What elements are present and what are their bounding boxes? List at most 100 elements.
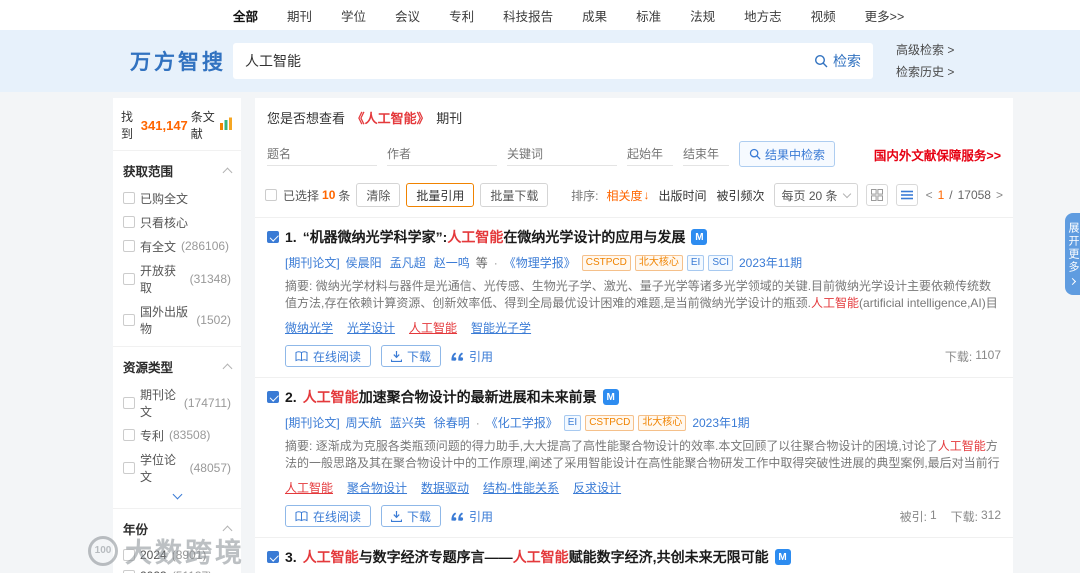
filter-option[interactable]: 国外出版物 (1502) bbox=[121, 299, 233, 340]
result-checkbox[interactable] bbox=[267, 231, 279, 243]
keyword-link[interactable]: 反求设计 bbox=[573, 479, 621, 496]
keyword-link[interactable]: 聚合物设计 bbox=[347, 479, 407, 496]
stats-chart-icon[interactable] bbox=[219, 117, 233, 133]
nav-item[interactable]: 学位 bbox=[341, 6, 366, 25]
batch-cite-button[interactable]: 批量引用 bbox=[406, 183, 475, 207]
select-all-checkbox[interactable] bbox=[265, 189, 277, 201]
section-header-resource-type[interactable]: 资源类型 bbox=[121, 354, 233, 382]
advanced-search-link[interactable]: 高级检索 > bbox=[896, 39, 954, 61]
keyword-link[interactable]: 人工智能 bbox=[409, 319, 457, 336]
card-view-button[interactable] bbox=[865, 184, 888, 206]
filter-option[interactable]: 开放获取 (31348) bbox=[121, 258, 233, 299]
section-header-year[interactable]: 年份 bbox=[121, 516, 233, 544]
search-button[interactable]: 检索 bbox=[814, 51, 861, 71]
filter-checkbox[interactable] bbox=[123, 272, 135, 285]
nav-item[interactable]: 标准 bbox=[636, 6, 661, 25]
nav-item[interactable]: 全部 bbox=[233, 6, 258, 25]
start-year-field[interactable] bbox=[627, 142, 673, 166]
keyword-link[interactable]: 智能光子学 bbox=[471, 319, 531, 336]
sort-option[interactable]: 相关度 ↓ bbox=[606, 187, 649, 204]
filter-checkbox[interactable] bbox=[123, 548, 135, 561]
keyword-field[interactable] bbox=[507, 142, 617, 166]
author-link[interactable]: 孟凡超 bbox=[390, 254, 426, 271]
author-link[interactable]: 周天航 bbox=[346, 414, 382, 431]
nav-item[interactable]: 会议 bbox=[395, 6, 420, 25]
result-title-link[interactable]: “机器微纳光学科学家”:人工智能在微纳光学设计的应用与发展 bbox=[303, 227, 686, 247]
keyword-link[interactable]: 数据驱动 bbox=[421, 479, 469, 496]
download-button[interactable]: 下载 bbox=[381, 505, 442, 527]
next-page-button[interactable]: > bbox=[996, 188, 1003, 202]
nav-item[interactable]: 视频 bbox=[811, 6, 836, 25]
filter-option[interactable]: 已购全文 bbox=[121, 186, 233, 210]
nav-item[interactable]: 科技报告 bbox=[503, 6, 553, 25]
show-more-resource-types[interactable] bbox=[121, 488, 233, 502]
section-header-scope[interactable]: 获取范围 bbox=[121, 158, 233, 186]
keyword-link[interactable]: 结构-性能关系 bbox=[483, 479, 559, 496]
result-title-link[interactable]: 人工智能与数字经济专题序言——人工智能赋能数字经济,共创未来无限可能 bbox=[303, 547, 769, 567]
filter-option[interactable]: 有全文 (286106) bbox=[121, 234, 233, 258]
journal-link[interactable]: 《物理学报》 bbox=[504, 254, 576, 271]
sort-option[interactable]: 出版时间 bbox=[659, 187, 708, 204]
prev-page-button[interactable]: < bbox=[926, 188, 933, 202]
nav-item[interactable]: 专利 bbox=[449, 6, 474, 25]
filter-option[interactable]: 学位论文 (48057) bbox=[121, 447, 233, 488]
quote-icon bbox=[451, 512, 464, 521]
sort-option[interactable]: 被引频次 bbox=[717, 187, 766, 204]
abstract-label: 摘要: bbox=[285, 439, 313, 453]
download-button[interactable]: 下载 bbox=[381, 345, 442, 367]
result-title-link[interactable]: 人工智能加速聚合物设计的最新进展和未来前景 bbox=[303, 387, 597, 407]
issue-link[interactable]: 2023年1期 bbox=[692, 414, 749, 431]
filter-option[interactable]: 2024 (8901) bbox=[121, 544, 233, 565]
result-checkbox[interactable] bbox=[267, 391, 279, 403]
author-link[interactable]: 赵一鸣 bbox=[434, 254, 470, 271]
metrics-badge[interactable]: M bbox=[691, 229, 708, 245]
nav-item[interactable]: 成果 bbox=[582, 6, 607, 25]
cite-button[interactable]: 引用 bbox=[451, 348, 493, 365]
keyword-link[interactable]: 光学设计 bbox=[347, 319, 395, 336]
journal-link[interactable]: 《化工学报》 bbox=[486, 414, 558, 431]
document-service-link[interactable]: 国内外文献保障服务>> bbox=[874, 145, 1001, 164]
read-online-button[interactable]: 在线阅读 bbox=[285, 505, 372, 527]
end-year-field[interactable] bbox=[683, 142, 729, 166]
list-view-button[interactable] bbox=[895, 184, 918, 206]
filter-option[interactable]: 期刊论文 (174711) bbox=[121, 382, 233, 423]
search-input[interactable] bbox=[245, 53, 814, 69]
issue-link[interactable]: 2023年11期 bbox=[739, 254, 802, 271]
expand-more-tab[interactable]: 展开更多 bbox=[1065, 213, 1080, 295]
nav-item[interactable]: 地方志 bbox=[744, 6, 782, 25]
filter-checkbox[interactable] bbox=[123, 192, 135, 204]
nav-item[interactable]: 更多>> bbox=[865, 6, 905, 25]
filter-checkbox[interactable] bbox=[123, 216, 135, 228]
search-in-results-button[interactable]: 结果中检索 bbox=[739, 141, 836, 167]
keyword-link[interactable]: 人工智能 bbox=[285, 479, 333, 496]
filter-checkbox[interactable] bbox=[123, 461, 135, 474]
nav-item[interactable]: 法规 bbox=[690, 6, 715, 25]
clear-selection-button[interactable]: 清除 bbox=[356, 183, 401, 207]
author-link[interactable]: 徐春明 bbox=[434, 414, 470, 431]
filter-option[interactable]: 2023 (51137) bbox=[121, 565, 233, 573]
filter-checkbox[interactable] bbox=[123, 313, 135, 326]
title-field[interactable] bbox=[267, 142, 377, 166]
journal-tag-badges: EI CSTPCD 北大核心 bbox=[563, 414, 687, 431]
author-link[interactable]: 侯晨阳 bbox=[346, 254, 382, 271]
keyword-link[interactable]: 微纳光学 bbox=[285, 319, 333, 336]
filter-checkbox[interactable] bbox=[123, 429, 135, 441]
site-logo[interactable]: 万方智搜 bbox=[130, 46, 226, 76]
author-link[interactable]: 蓝兴英 bbox=[390, 414, 426, 431]
filter-checkbox[interactable] bbox=[123, 569, 135, 573]
batch-download-button[interactable]: 批量下载 bbox=[480, 183, 549, 207]
filter-option[interactable]: 专利 (83508) bbox=[121, 423, 233, 447]
metrics-badge[interactable]: M bbox=[774, 549, 791, 565]
search-history-link[interactable]: 检索历史 > bbox=[896, 61, 954, 83]
result-checkbox[interactable] bbox=[267, 551, 279, 563]
author-field[interactable] bbox=[387, 142, 497, 166]
filter-option[interactable]: 只看核心 bbox=[121, 210, 233, 234]
filter-checkbox[interactable] bbox=[123, 396, 135, 409]
suggested-journal-link[interactable]: 《人工智能》 bbox=[352, 111, 430, 126]
page-size-select[interactable]: 每页 20 条 bbox=[773, 183, 858, 207]
read-online-button[interactable]: 在线阅读 bbox=[285, 345, 372, 367]
filter-checkbox[interactable] bbox=[123, 240, 135, 252]
nav-item[interactable]: 期刊 bbox=[287, 6, 312, 25]
cite-button[interactable]: 引用 bbox=[451, 508, 493, 525]
metrics-badge[interactable]: M bbox=[602, 389, 619, 405]
